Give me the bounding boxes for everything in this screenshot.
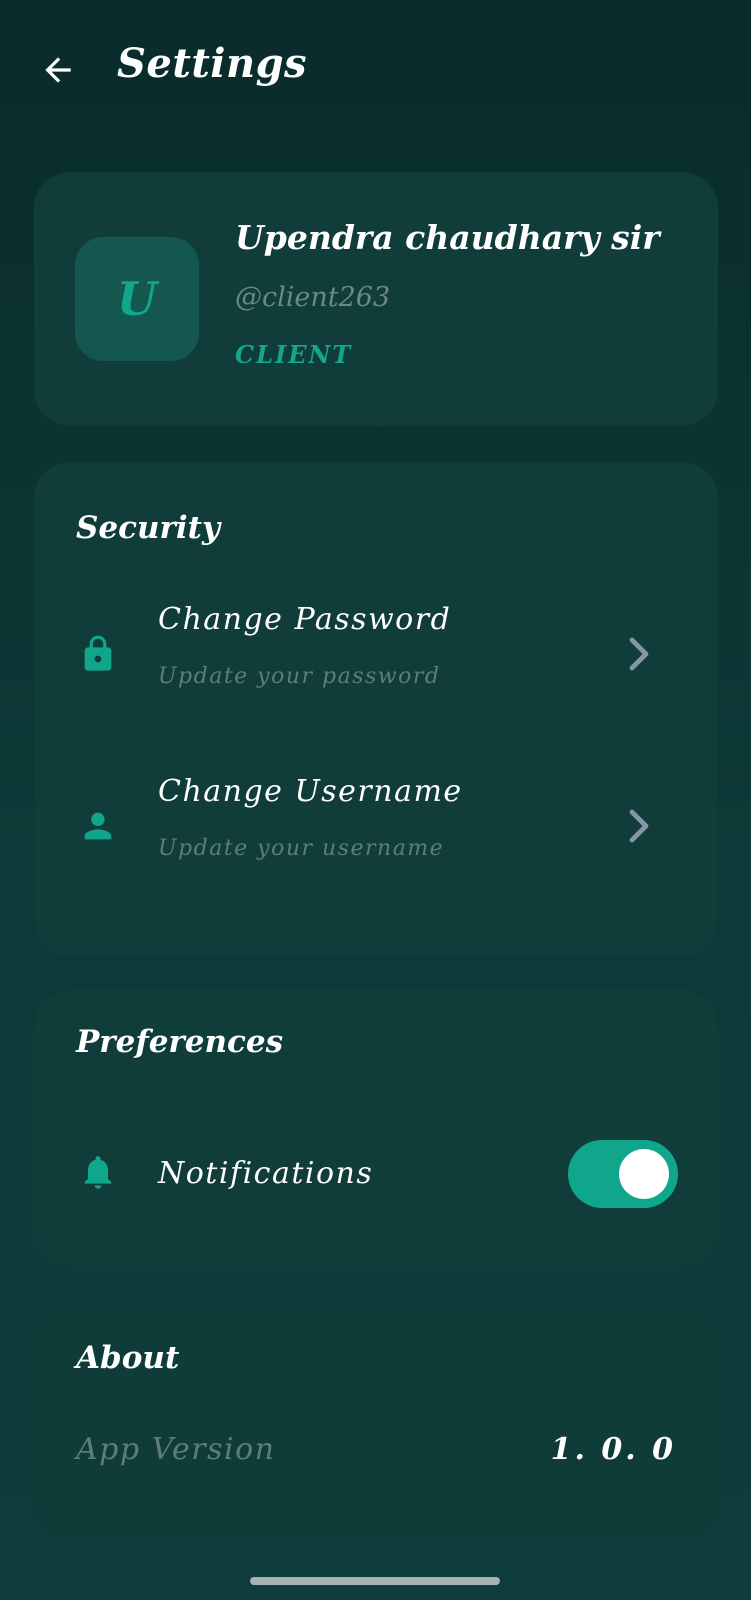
chevron-right-icon	[628, 636, 652, 672]
app-version-label: App Version	[76, 1432, 276, 1467]
about-section-title: About	[76, 1340, 180, 1376]
change-username-item[interactable]: Change Username Update your username	[34, 774, 718, 884]
change-username-label: Change Username	[158, 774, 463, 809]
page-title: Settings	[117, 40, 308, 87]
profile-name: Upendra chaudhary sir	[235, 218, 660, 257]
app-version-value: 1. 0. 0	[550, 1432, 676, 1467]
change-username-subtitle: Update your username	[158, 836, 445, 861]
profile-role-badge: CLIENT	[235, 340, 353, 369]
security-section-title: Security	[76, 510, 220, 546]
bell-icon	[78, 1152, 118, 1192]
notifications-toggle[interactable]	[568, 1140, 678, 1208]
profile-handle: @client263	[235, 282, 391, 313]
avatar: U	[75, 237, 199, 361]
home-indicator[interactable]	[250, 1577, 500, 1585]
toggle-knob	[619, 1149, 669, 1199]
arrow-left-icon	[45, 57, 71, 83]
about-section: About App Version 1. 0. 0	[34, 1300, 718, 1540]
preferences-section-title: Preferences	[76, 1024, 284, 1060]
app-header: Settings	[0, 0, 751, 140]
back-button[interactable]	[36, 48, 80, 92]
person-icon	[78, 806, 118, 846]
chevron-right-icon	[628, 808, 652, 844]
preferences-section: Preferences Notifications	[34, 990, 718, 1266]
change-password-item[interactable]: Change Password Update your password	[34, 602, 718, 712]
lock-icon	[78, 634, 118, 674]
security-section: Security Change Password Update your pas…	[34, 462, 718, 956]
profile-card: U Upendra chaudhary sir @client263 CLIEN…	[34, 172, 718, 426]
change-password-subtitle: Update your password	[158, 664, 441, 689]
notifications-label: Notifications	[158, 1156, 374, 1191]
change-password-label: Change Password	[158, 602, 452, 637]
